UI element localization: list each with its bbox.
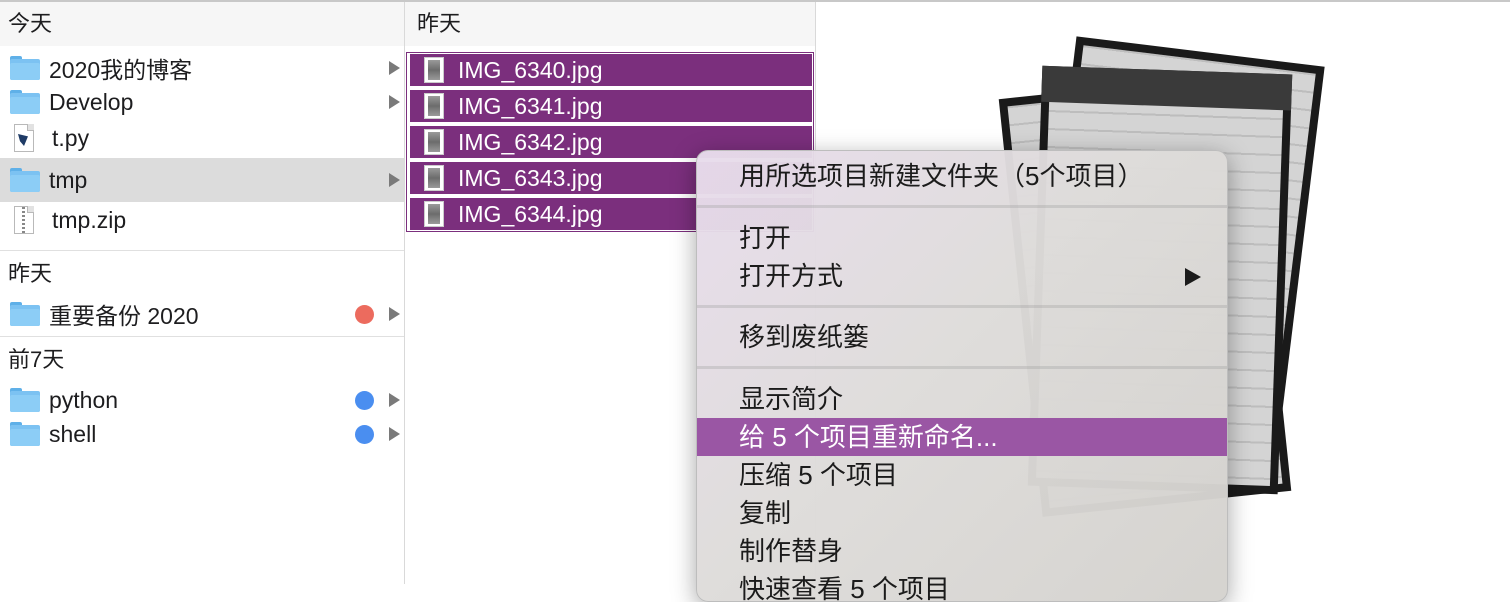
image-thumbnail-icon	[424, 93, 444, 119]
section-header-today: 今天	[0, 2, 404, 46]
folder-icon	[10, 56, 40, 80]
menu-separator	[697, 366, 1227, 369]
menu-item-get-info[interactable]: 显示简介	[697, 380, 1227, 418]
menu-item-open[interactable]: 打开	[697, 219, 1227, 257]
item-label: Develop	[49, 88, 134, 115]
disclosure-arrow-icon	[389, 173, 400, 187]
list-item-python[interactable]: python	[0, 382, 404, 418]
item-label: IMG_6340.jpg	[458, 56, 603, 83]
item-label: 2020我的博客	[49, 57, 193, 83]
column2-header: 昨天	[405, 2, 815, 46]
red-tag-icon	[355, 305, 374, 324]
submenu-arrow-icon	[1185, 268, 1201, 286]
menu-separator	[697, 205, 1227, 208]
menu-item-move-to-trash[interactable]: 移到废纸篓	[697, 318, 1227, 356]
item-label: t.py	[52, 124, 90, 151]
menu-item-label: 打开方式	[739, 261, 844, 291]
folder-icon	[10, 168, 40, 192]
list-item-img-6341[interactable]: IMG_6341.jpg	[409, 89, 813, 123]
folder-icon	[10, 422, 40, 446]
item-label: tmp.zip	[52, 206, 127, 233]
item-label: python	[49, 386, 119, 413]
disclosure-arrow-icon	[389, 307, 400, 321]
list-item-tmp-zip[interactable]: tmp.zip	[0, 202, 404, 238]
image-thumbnail-icon	[424, 201, 444, 227]
section-divider	[0, 336, 404, 337]
disclosure-arrow-icon	[389, 61, 400, 75]
image-thumbnail-icon	[424, 57, 444, 83]
disclosure-arrow-icon	[389, 427, 400, 441]
finder-column-1: 今天 2020我的博客 Develop t.py tmp tmp.zip 昨天 …	[0, 2, 404, 584]
item-label: tmp	[49, 166, 88, 193]
list-item-shell[interactable]: shell	[0, 416, 404, 452]
list-item-tmp[interactable]: tmp	[0, 158, 404, 202]
item-label: 重要备份 2020	[49, 303, 199, 329]
menu-item-make-alias[interactable]: 制作替身	[697, 532, 1227, 570]
image-thumbnail-icon	[424, 129, 444, 155]
blue-tag-icon	[355, 425, 374, 444]
section-divider	[0, 250, 404, 251]
folder-icon	[10, 302, 40, 326]
item-label: shell	[49, 420, 97, 447]
item-label: IMG_6342.jpg	[458, 128, 603, 155]
folder-icon	[10, 90, 40, 114]
menu-item-new-folder-with-selection[interactable]: 用所选项目新建文件夹（5个项目）	[697, 157, 1227, 195]
menu-item-rename-5-items[interactable]: 给 5 个项目重新命名...	[697, 418, 1227, 456]
list-item-backup-2020[interactable]: 重要备份 2020	[0, 296, 404, 332]
menu-item-duplicate[interactable]: 复制	[697, 494, 1227, 532]
python-file-icon	[14, 124, 34, 152]
item-label: IMG_6344.jpg	[458, 200, 603, 227]
item-label: IMG_6341.jpg	[458, 92, 603, 119]
folder-icon	[10, 388, 40, 412]
image-thumbnail-icon	[424, 165, 444, 191]
menu-item-compress-5-items[interactable]: 压缩 5 个项目	[697, 456, 1227, 494]
section-header-past-7-days: 前7天	[0, 338, 404, 382]
disclosure-arrow-icon	[389, 393, 400, 407]
section-header-yesterday: 昨天	[0, 252, 404, 296]
disclosure-arrow-icon	[389, 95, 400, 109]
list-item-develop[interactable]: Develop	[0, 84, 404, 120]
zip-file-icon	[14, 206, 34, 234]
menu-separator	[697, 305, 1227, 308]
list-item-2020-blog[interactable]: 2020我的博客	[0, 50, 404, 86]
item-label: IMG_6343.jpg	[458, 164, 603, 191]
list-item-t-py[interactable]: t.py	[0, 120, 404, 156]
list-item-img-6340[interactable]: IMG_6340.jpg	[409, 53, 813, 87]
blue-tag-icon	[355, 391, 374, 410]
menu-item-quick-look[interactable]: 快速查看 5 个项目	[697, 570, 1227, 601]
context-menu: 用所选项目新建文件夹（5个项目） 打开 打开方式 移到废纸篓 显示简介 给 5 …	[696, 150, 1228, 602]
menu-item-open-with[interactable]: 打开方式	[697, 257, 1227, 295]
